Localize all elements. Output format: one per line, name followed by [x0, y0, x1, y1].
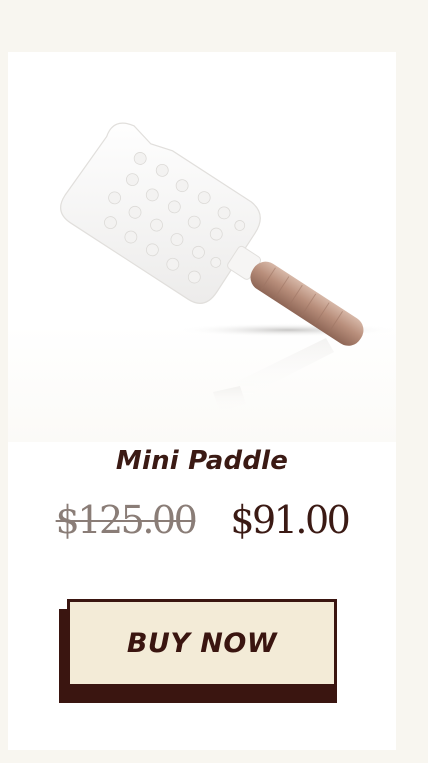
paddle-brush-image — [60, 122, 398, 412]
product-title: Mini Paddle — [115, 446, 289, 476]
original-price: $125.00 — [55, 498, 198, 542]
buy-now-label: BUY NOW — [126, 627, 278, 659]
buy-now-button[interactable]: BUY NOW — [67, 599, 337, 687]
product-card: Mini Paddle $125.00 $91.00 BUY NOW — [8, 52, 398, 750]
product-image[interactable] — [8, 52, 398, 442]
price-row: $125.00 $91.00 — [8, 498, 396, 542]
sale-price: $91.00 — [230, 498, 350, 542]
